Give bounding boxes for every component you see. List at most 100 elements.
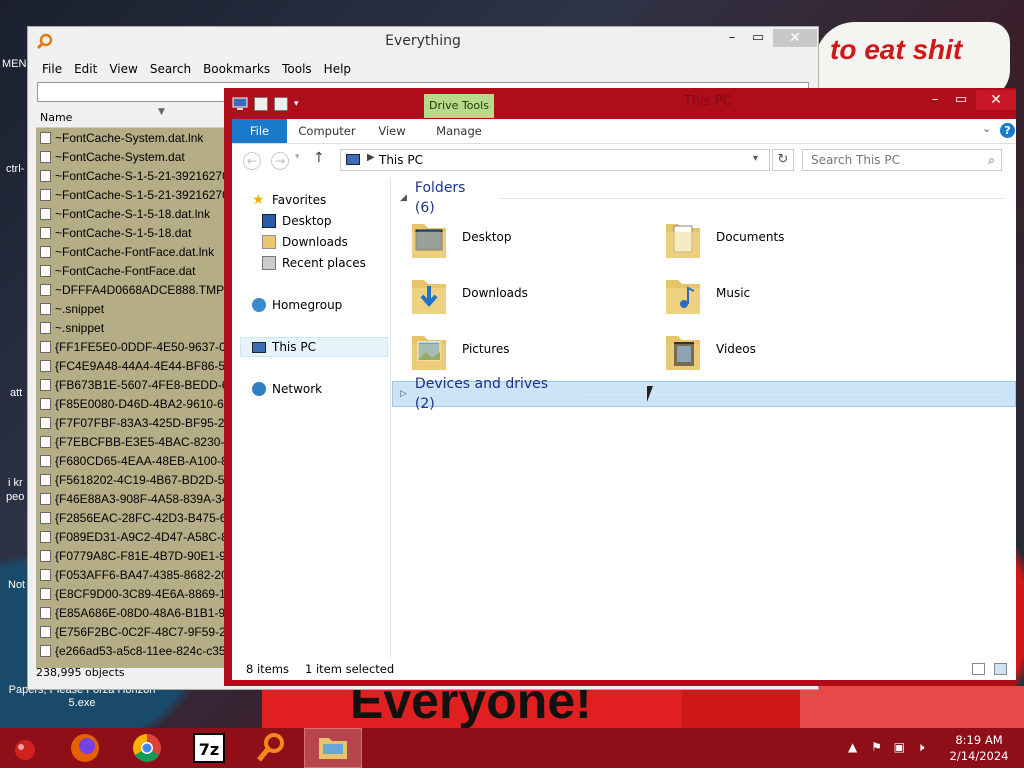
desktop-label-6[interactable]: att [10,387,22,399]
volume-muted-icon[interactable]: 🕨 [917,740,925,754]
desktop-label-4[interactable]: peo [6,491,24,503]
tab-manage[interactable]: Manage [424,119,494,143]
start-button-icon[interactable] [10,736,40,762]
table-row[interactable]: {F053AFF6-BA47-4385-8682-20D [36,565,226,584]
table-row[interactable]: ~.snippet [36,299,226,318]
column-header-name[interactable]: Name ▼ [36,107,230,128]
table-row[interactable]: ~.snippet [36,318,226,337]
nav-item-recent-places[interactable]: Recent places [262,253,366,273]
folder-music[interactable]: Music [664,270,914,318]
taskbar-firefox[interactable] [56,728,114,768]
customize-toolbar-icon[interactable]: ▾ [294,99,299,109]
folder-documents[interactable]: Documents [664,214,914,262]
table-row[interactable]: ~FontCache-S-1-5-18.dat.lnk [36,204,226,223]
explorer-window[interactable]: ▾ Drive Tools This PC – ▭ ✕ File Compute… [224,88,1016,686]
tab-computer[interactable]: Computer [292,119,362,143]
nav-item-this-pc[interactable]: This PC [252,337,316,357]
search-input[interactable]: Search This PC ⌕ [802,149,1002,171]
show-hidden-icons-icon[interactable]: ▲ [848,740,857,754]
table-row[interactable]: ~FontCache-S-1-5-21-39216270 [36,185,226,204]
table-row[interactable]: {FF1FE5E0-0DDF-4E50-9637-0C0 [36,337,226,356]
table-row[interactable]: {FB673B1E-5607-4FE8-BEDD-634 [36,375,226,394]
taskbar-file-explorer[interactable] [304,728,362,768]
forward-button[interactable]: → [271,152,289,170]
table-row[interactable]: {e266ad53-a5c8-11ee-824c-c351 [36,641,226,660]
folder-pictures[interactable]: Pictures [410,326,660,374]
table-row[interactable]: ~FontCache-S-1-5-18.dat [36,223,226,242]
table-row[interactable]: {F5618202-4C19-4B67-BD2D-55E [36,470,226,489]
everything-title-bar[interactable]: Everything – ▭ ✕ [28,27,818,57]
folder-downloads[interactable]: Downloads [410,270,660,318]
breadcrumb[interactable]: This PC [379,153,423,167]
folder-desktop[interactable]: Desktop [410,214,660,262]
help-icon[interactable]: ? [1000,123,1015,138]
table-row[interactable]: {F85E0080-D46D-4BA2-9610-66D [36,394,226,413]
expand-icon[interactable]: ▷ [400,384,407,404]
collapse-icon[interactable]: ◢ [400,188,407,208]
table-row[interactable]: ~FontCache-FontFace.dat [36,261,226,280]
table-row[interactable]: {F089ED31-A9C2-4D47-A58C-88 [36,527,226,546]
menu-help[interactable]: Help [318,59,357,79]
taskbar-7zip[interactable]: 7z [180,728,238,768]
desktop-label-2[interactable]: ctrl- [6,163,24,175]
table-row[interactable]: {F2856EAC-28FC-42D3-B475-6D [36,508,226,527]
tab-view[interactable]: View [372,119,412,143]
taskbar-everything[interactable] [242,728,300,768]
table-row[interactable]: ~DFFFA4D0668ADCE888.TMP [36,280,226,299]
large-icons-view-icon[interactable] [994,663,1007,675]
close-button[interactable]: ✕ [976,90,1016,110]
properties-icon[interactable] [254,97,268,111]
nav-item-homegroup[interactable]: Homegroup [252,295,342,315]
taskbar-chrome[interactable] [118,728,176,768]
table-row[interactable]: {E85A686E-08D0-48A6-B1B1-975 [36,603,226,622]
table-row[interactable]: {F0779A8C-F81E-4B7D-90E1-994 [36,546,226,565]
table-row[interactable]: ~FontCache-S-1-5-21-39216270 [36,166,226,185]
menu-view[interactable]: View [103,59,143,79]
devices-group-header[interactable]: ▷ Devices and drives (2) [400,376,1004,412]
menu-edit[interactable]: Edit [68,59,103,79]
table-row[interactable]: {F7EBCFBB-E3E5-4BAC-8230-34 [36,432,226,451]
new-folder-icon[interactable] [274,97,288,111]
table-row[interactable]: {F46E88A3-908F-4A58-839A-345 [36,489,226,508]
table-row[interactable]: ~FontCache-System.dat [36,147,226,166]
minimize-button[interactable]: – [718,29,746,49]
nav-item-downloads[interactable]: Downloads [262,232,348,252]
desktop-label-3[interactable]: i kr [8,477,23,489]
menu-file[interactable]: File [36,59,68,79]
table-row[interactable]: {FC4E9A48-44A4-4E44-BF86-5BE [36,356,226,375]
maximize-button[interactable]: ▭ [744,29,772,49]
folder-videos[interactable]: Videos [664,326,914,374]
table-row[interactable]: ~FontCache-System.dat.lnk [36,128,226,147]
breadcrumb-chevron-icon[interactable]: ▶ [367,152,375,163]
address-dropdown-icon[interactable]: ▾ [753,153,758,164]
close-button[interactable]: ✕ [773,29,817,47]
refresh-button[interactable]: ↻ [772,149,794,171]
table-row[interactable]: {E756F2BC-0C2F-48C7-9F59-20F [36,622,226,641]
up-arrow-icon[interactable]: ↑ [313,150,325,166]
menu-tools[interactable]: Tools [276,59,318,79]
action-center-flag-icon[interactable]: ⚑ [871,740,882,754]
folders-group-header[interactable]: ◢ Folders (6) [400,180,1004,216]
tab-file[interactable]: File [232,119,287,143]
address-input[interactable]: ▶ This PC ▾ [340,149,770,171]
network-status-icon[interactable]: ▣ [894,740,905,754]
maximize-button[interactable]: ▭ [948,92,974,110]
clock[interactable]: 8:19 AM 2/14/2024 [944,732,1014,764]
table-row[interactable]: {E8CF9D00-3C89-4E6A-8869-128 [36,584,226,603]
table-row[interactable]: {F7F07FBF-83A3-425D-BF95-2A5 [36,413,226,432]
desktop-label-5[interactable]: Not [8,579,25,591]
recent-locations-icon[interactable]: ▾ [295,152,300,162]
details-view-icon[interactable] [972,663,985,675]
nav-item-favorites[interactable]: ★ Favorites [252,190,326,210]
nav-item-desktop[interactable]: Desktop [262,211,332,231]
desktop-label-1[interactable]: MEN [2,58,26,70]
back-button[interactable]: ← [243,152,261,170]
table-row[interactable]: {F680CD65-4EAA-48EB-A100-8E [36,451,226,470]
menu-bookmarks[interactable]: Bookmarks [197,59,276,79]
expand-ribbon-icon[interactable]: ⌄ [982,122,991,135]
nav-item-network[interactable]: Network [252,379,322,399]
menu-search[interactable]: Search [144,59,197,79]
everything-results-list[interactable]: ~FontCache-System.dat.lnk ~FontCache-Syst… [36,128,226,668]
minimize-button[interactable]: – [922,92,948,110]
table-row[interactable]: ~FontCache-FontFace.dat.lnk [36,242,226,261]
